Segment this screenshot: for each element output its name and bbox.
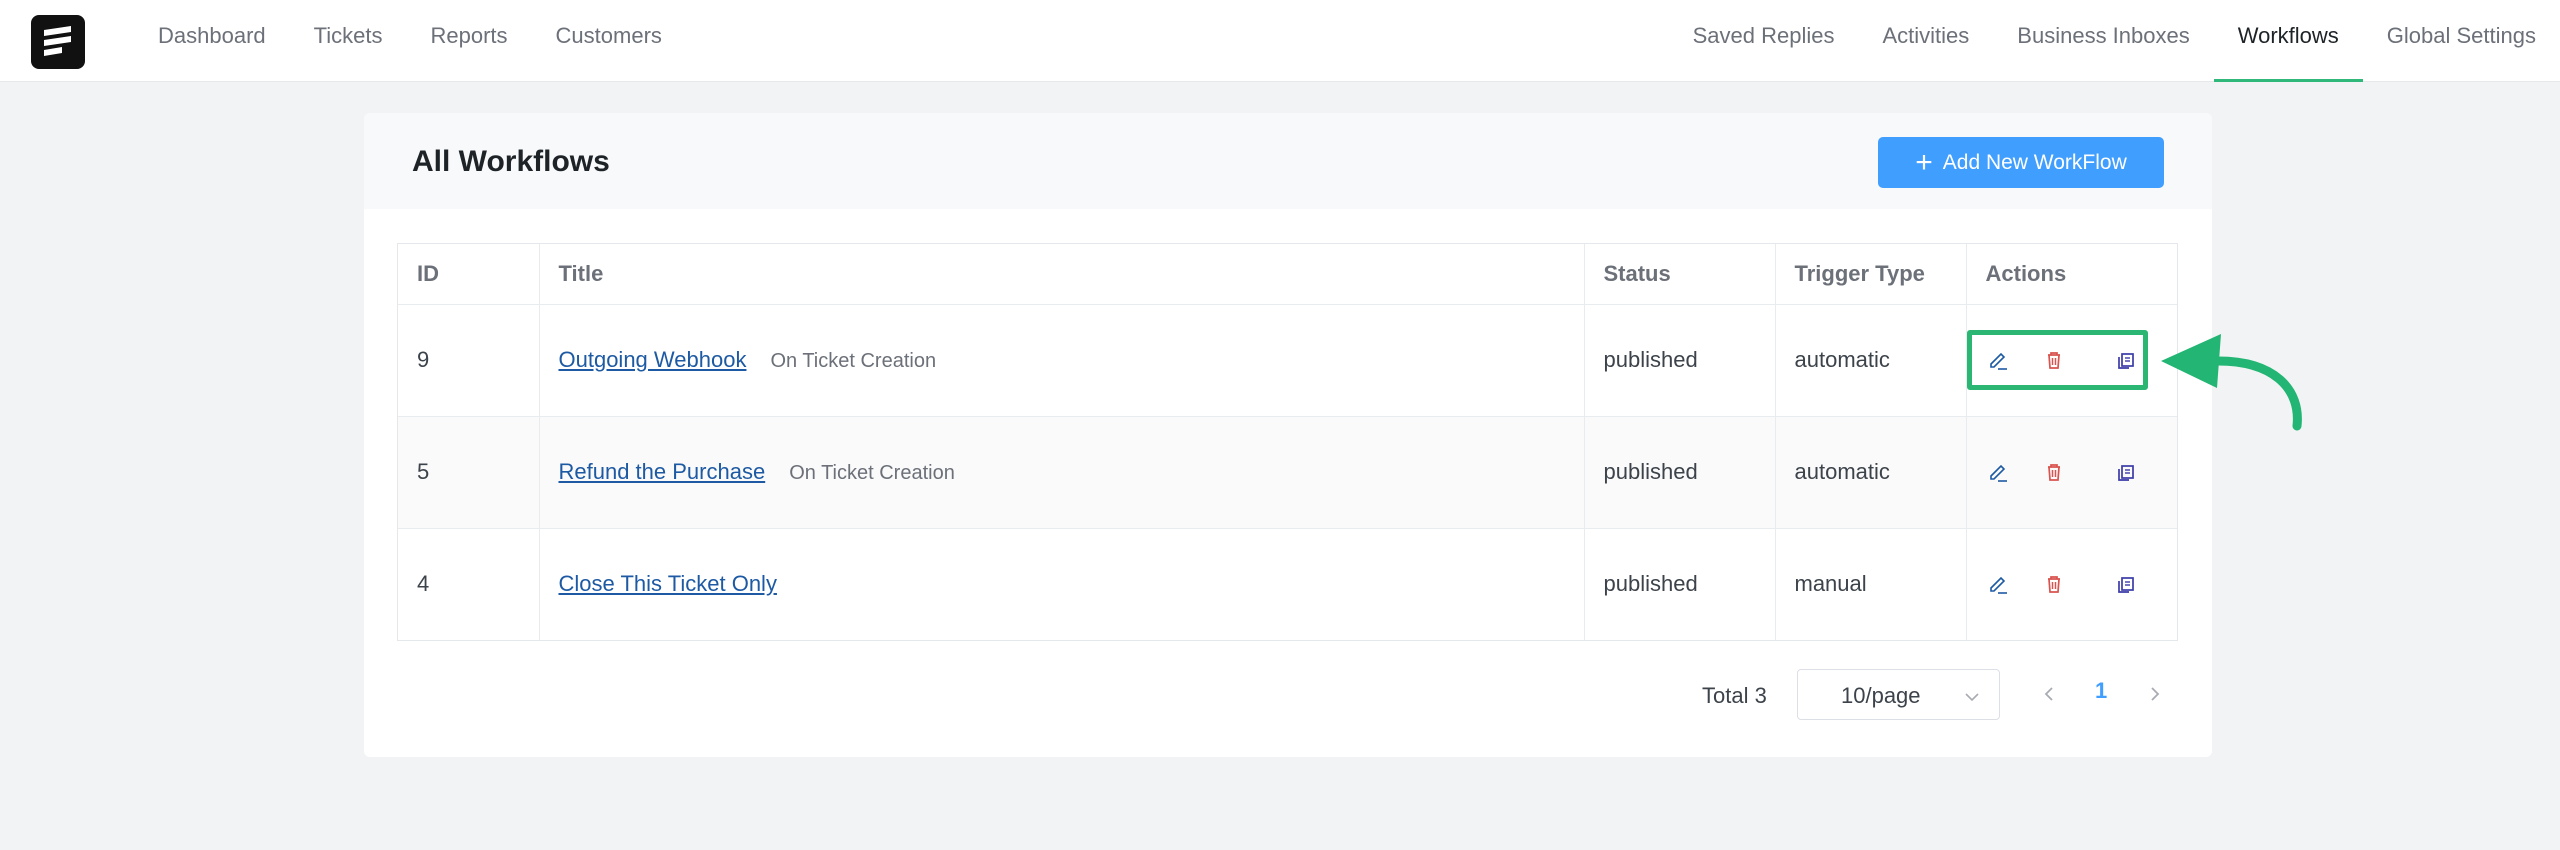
top-navigation: Dashboard Tickets Reports Customers Save… (0, 0, 2560, 82)
column-header-status[interactable]: Status (1584, 244, 1776, 305)
trigger-label: On Ticket Creation (789, 462, 955, 484)
table-header-row: ID Title Status Trigger Type Actions (398, 244, 2177, 305)
secondary-nav: Saved Replies Activities Business Inboxe… (1669, 0, 2560, 82)
plus-icon: + (1915, 145, 1933, 179)
nav-saved-replies[interactable]: Saved Replies (1669, 0, 1859, 82)
table-row: 9 Outgoing Webhook On Ticket Creation pub… (398, 304, 2177, 417)
next-page-icon[interactable] (2146, 682, 2164, 711)
card-header: All Workflows + Add New WorkFlow (364, 113, 2212, 209)
page-size-select[interactable]: 10/page (1797, 669, 2000, 720)
pagination-total: Total 3 (1702, 683, 1767, 708)
trigger-label: On Ticket Creation (770, 350, 937, 372)
nav-reports[interactable]: Reports (407, 0, 532, 82)
delete-icon[interactable] (2042, 572, 2066, 596)
table-row: 5 Refund the Purchase On Ticket Creation … (398, 416, 2177, 529)
row-trigger-type: manual (1775, 528, 1967, 640)
page-number-current[interactable]: 1 (2095, 678, 2107, 704)
row-status: published (1584, 528, 1776, 640)
row-status: published (1584, 416, 1776, 529)
row-title-cell: Outgoing Webhook On Ticket Creation (539, 304, 1585, 417)
row-id: 4 (398, 528, 540, 640)
workflow-title-link[interactable]: Refund the Purchase (559, 459, 766, 484)
row-status: published (1584, 304, 1776, 417)
column-header-title[interactable]: Title (539, 244, 1585, 305)
edit-icon[interactable] (1986, 460, 2010, 484)
page-size-value: 10/page (1841, 683, 1921, 708)
row-trigger-type: automatic (1775, 416, 1967, 529)
workflows-card: All Workflows + Add New WorkFlow ID Titl… (364, 113, 2212, 757)
chevron-down-icon (1963, 686, 1981, 712)
page-title: All Workflows (412, 145, 610, 178)
row-id: 9 (398, 304, 540, 417)
actions-highlight-box (1967, 330, 2148, 390)
row-title-cell: Refund the Purchase On Ticket Creation (539, 416, 1585, 529)
row-id: 5 (398, 416, 540, 529)
row-actions (1966, 528, 2177, 640)
nav-global-settings[interactable]: Global Settings (2363, 0, 2560, 82)
column-header-id[interactable]: ID (398, 244, 540, 305)
nav-activities[interactable]: Activities (1859, 0, 1994, 82)
workflow-title-link[interactable]: Outgoing Webhook (559, 347, 747, 372)
nav-customers[interactable]: Customers (532, 0, 686, 82)
nav-dashboard[interactable]: Dashboard (158, 0, 290, 82)
add-new-workflow-label: Add New WorkFlow (1942, 150, 2127, 174)
add-new-workflow-button[interactable]: + Add New WorkFlow (1878, 137, 2164, 188)
row-trigger-type: automatic (1775, 304, 1967, 417)
row-title-cell: Close This Ticket Only (539, 528, 1585, 640)
nav-workflows[interactable]: Workflows (2213, 0, 2363, 82)
duplicate-icon[interactable] (2114, 460, 2138, 484)
duplicate-icon[interactable] (2114, 572, 2138, 596)
nav-business-inboxes[interactable]: Business Inboxes (1993, 0, 2213, 82)
table-row: 4 Close This Ticket Only published manua… (398, 528, 2177, 640)
annotation-arrow-icon (2161, 334, 2302, 431)
workflows-table: ID Title Status Trigger Type Actions 9 O… (397, 243, 2178, 641)
edit-icon[interactable] (1986, 572, 2010, 596)
app-logo-icon[interactable] (31, 15, 85, 69)
delete-icon[interactable] (2042, 460, 2066, 484)
row-actions (1966, 416, 2177, 529)
workflow-title-link[interactable]: Close This Ticket Only (559, 571, 777, 596)
prev-page-icon[interactable] (2040, 682, 2058, 711)
column-header-trigger-type[interactable]: Trigger Type (1775, 244, 1967, 305)
primary-nav: Dashboard Tickets Reports Customers (158, 0, 686, 82)
nav-tickets[interactable]: Tickets (290, 0, 407, 82)
column-header-actions: Actions (1966, 244, 2177, 305)
